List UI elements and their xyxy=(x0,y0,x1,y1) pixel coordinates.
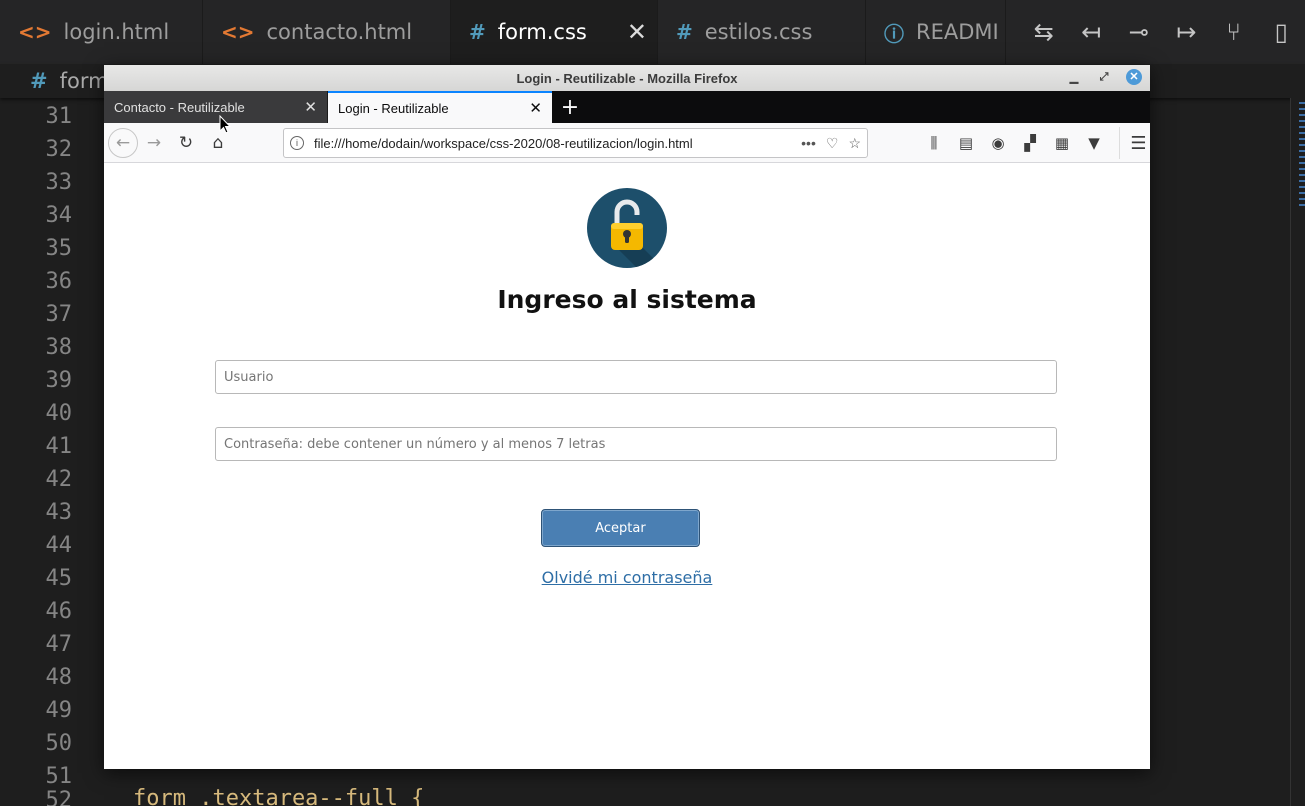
tab-contacto-html[interactable]: <> contacto.html xyxy=(203,0,451,64)
page-title: Ingreso al sistema xyxy=(497,285,757,314)
tab-form-css[interactable]: # form.css ✕ xyxy=(451,0,658,64)
close-tab-icon[interactable]: ✕ xyxy=(529,99,542,117)
pocket-icon[interactable]: ♡ xyxy=(826,135,839,152)
site-info-icon[interactable]: i xyxy=(290,136,304,150)
line-number: 42 xyxy=(45,467,73,492)
line-number: 46 xyxy=(45,599,73,624)
url-text[interactable]: file:///home/dodain/workspace/css-2020/0… xyxy=(314,136,791,151)
info-icon: ⓘ xyxy=(884,21,904,46)
line-number: 52 xyxy=(45,788,73,806)
sidebar-icon[interactable]: ▤ xyxy=(950,127,982,159)
tab-label: estilos.css xyxy=(704,20,813,44)
forward-arrow-icon[interactable]: → xyxy=(138,127,170,159)
line-number: 39 xyxy=(45,368,73,393)
library-icon[interactable]: ⫼ xyxy=(918,127,950,159)
tab-label: contacto.html xyxy=(266,20,413,44)
page-content: Ingreso al sistema Aceptar Olvidé mi con… xyxy=(104,163,1150,769)
line-number: 32 xyxy=(45,137,73,162)
line-number: 50 xyxy=(45,731,73,756)
line-number: 35 xyxy=(45,236,73,261)
editor-actions: ⇆ ↤ ⊸ ↦ ⑂ ▯ xyxy=(1010,0,1305,64)
line-number: 34 xyxy=(45,203,73,228)
close-window-icon[interactable]: ✕ xyxy=(1126,69,1142,85)
css-file-icon: # xyxy=(469,20,486,44)
browser-tab-label: Login - Reutilizable xyxy=(338,100,449,116)
code-line[interactable]: form .textarea--full { xyxy=(133,786,424,806)
split-editor-icon[interactable]: ▯ xyxy=(1261,18,1301,46)
previous-change-icon[interactable]: ↤ xyxy=(1071,18,1111,46)
browser-tab-label: Contacto - Reutilizable xyxy=(114,99,245,115)
bookmark-star-icon[interactable]: ☆ xyxy=(848,135,861,152)
line-number: 37 xyxy=(45,302,73,327)
breadcrumb-label[interactable]: form xyxy=(60,69,109,93)
tab-label: login.html xyxy=(63,20,170,44)
back-arrow-icon[interactable]: ← xyxy=(108,127,138,158)
line-number: 43 xyxy=(45,500,73,525)
line-number: 44 xyxy=(45,533,73,558)
navigation-toolbar: ← → ↻ ⌂ i file:///home/dodain/workspace/… xyxy=(104,123,1150,163)
css-file-icon: # xyxy=(676,20,693,44)
close-tab-icon[interactable]: ✕ xyxy=(304,98,317,116)
submit-button[interactable]: Aceptar xyxy=(541,509,700,547)
line-number: 31 xyxy=(45,104,73,129)
line-number: 38 xyxy=(45,335,73,360)
new-tab-button[interactable]: + xyxy=(552,91,588,123)
browser-tab-strip: Contacto - Reutilizable ✕ Login - Reutil… xyxy=(104,91,1150,123)
html-file-icon: <> xyxy=(221,20,255,44)
line-number: 47 xyxy=(45,632,73,657)
maximize-icon[interactable]: ⤢ xyxy=(1096,71,1112,84)
username-input[interactable] xyxy=(215,360,1057,394)
compare-changes-icon[interactable]: ⇆ xyxy=(1024,18,1064,46)
browser-tab-contacto[interactable]: Contacto - Reutilizable ✕ xyxy=(104,91,328,123)
line-number: 41 xyxy=(45,434,73,459)
next-change-icon[interactable]: ↦ xyxy=(1166,18,1206,46)
tab-estilos-css[interactable]: # estilos.css xyxy=(658,0,866,64)
page-actions-icon[interactable]: ••• xyxy=(801,135,816,151)
commit-icon[interactable]: ⊸ xyxy=(1119,18,1159,46)
window-controls: ▁ ⤢ ✕ xyxy=(1066,69,1142,85)
reload-icon[interactable]: ↻ xyxy=(170,127,202,159)
password-input[interactable] xyxy=(215,427,1057,461)
css-file-icon: # xyxy=(30,69,48,93)
extensions-icon[interactable]: ▞ xyxy=(1014,127,1046,159)
tab-login-html[interactable]: <> login.html xyxy=(0,0,203,64)
padlock-icon xyxy=(587,188,667,268)
extension-v-icon[interactable]: ▼ xyxy=(1078,127,1110,159)
url-bar[interactable]: i file:///home/dodain/workspace/css-2020… xyxy=(283,128,868,158)
git-branch-icon[interactable]: ⑂ xyxy=(1214,18,1254,46)
window-title: Login - Reutilizable - Mozilla Firefox xyxy=(516,70,738,86)
line-number: 48 xyxy=(45,665,73,690)
line-number: 49 xyxy=(45,698,73,723)
forgot-password-link[interactable]: Olvidé mi contraseña xyxy=(542,568,713,587)
tab-label: READMI xyxy=(916,20,999,44)
browser-tab-login[interactable]: Login - Reutilizable ✕ xyxy=(328,91,552,123)
browser-tools: ⫼ ▤ ◉ ▞ ▦ ▼ ☰ xyxy=(918,127,1151,159)
mouse-cursor-icon xyxy=(219,115,231,134)
line-number: 36 xyxy=(45,269,73,294)
minimap[interactable] xyxy=(1290,98,1305,806)
line-number: 51 xyxy=(45,764,73,789)
line-number: 45 xyxy=(45,566,73,591)
firefox-window: Login - Reutilizable - Mozilla Firefox ▁… xyxy=(104,65,1150,769)
line-number: 40 xyxy=(45,401,73,426)
close-icon[interactable]: ✕ xyxy=(627,18,647,46)
account-icon[interactable]: ◉ xyxy=(982,127,1014,159)
window-titlebar[interactable]: Login - Reutilizable - Mozilla Firefox ▁… xyxy=(104,65,1150,91)
grid-icon[interactable]: ▦ xyxy=(1046,127,1078,159)
forgot-password-row: Olvidé mi contraseña xyxy=(104,568,1150,587)
html-file-icon: <> xyxy=(18,20,52,44)
line-number: 33 xyxy=(45,170,73,195)
tab-label: form.css xyxy=(497,20,587,44)
hamburger-menu-icon[interactable]: ☰ xyxy=(1119,127,1151,159)
tab-readme[interactable]: ⓘ READMI xyxy=(866,0,1006,64)
minimize-icon[interactable]: ▁ xyxy=(1066,71,1082,84)
